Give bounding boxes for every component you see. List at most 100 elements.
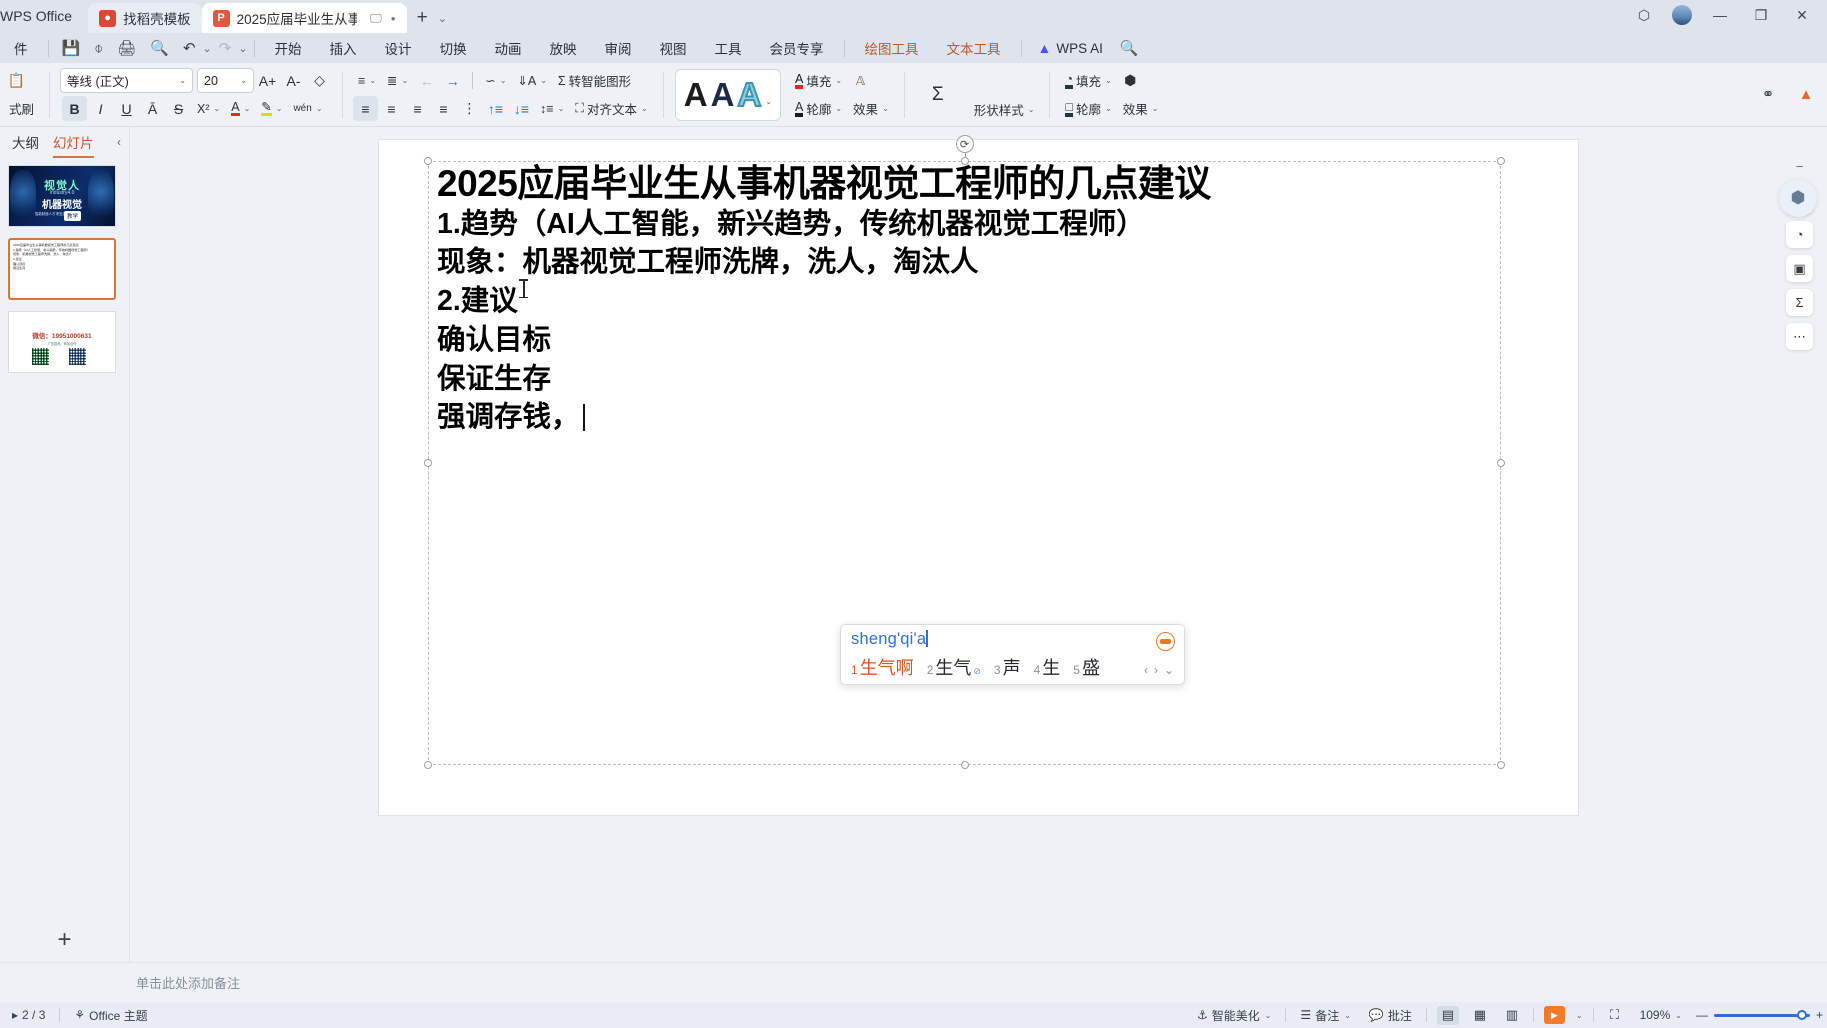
reading-view-icon[interactable]: ▥ (1501, 1006, 1523, 1025)
collapse-navigator-icon[interactable]: ‹ (117, 135, 121, 149)
print-icon[interactable]: 🖨 (110, 39, 143, 57)
fill-color-icon[interactable]: ◔ (1786, 221, 1813, 248)
slide-sorter-icon[interactable]: ▦ (1469, 1006, 1491, 1025)
slide-thumbnail[interactable]: 微信：19951000631 广告招商，商务合作 (8, 311, 116, 373)
bullet-list-icon[interactable]: ≡ ⌄ (353, 68, 381, 93)
menu-item-transition[interactable]: 切换 (426, 33, 481, 63)
play-options-chevron-icon[interactable]: ⌄ (1575, 1011, 1583, 1020)
text-effect-icon-button[interactable]: 𝔸 (848, 68, 873, 93)
shape-style-label-button[interactable]: 形状样式 ⌄ (969, 97, 1040, 122)
file-menu[interactable]: 件 (0, 33, 42, 63)
undo-chevron-icon[interactable]: ⌄ (203, 42, 212, 55)
notes-pane[interactable]: 单击此处添加备注 (0, 962, 1827, 1002)
ime-prev-page-icon[interactable]: ‹ (1144, 663, 1148, 677)
pinyin-guide-icon[interactable]: Ā (140, 96, 165, 121)
chevron-down-icon[interactable]: ⌄ (438, 12, 447, 25)
menu-item-start[interactable]: 开始 (261, 33, 316, 63)
menu-item-insert[interactable]: 插入 (316, 33, 371, 63)
ime-candidate[interactable]: 5 盛 (1073, 654, 1100, 680)
more-icon[interactable]: ⋯ (1786, 323, 1813, 350)
zoom-slider[interactable]: — + (1696, 1008, 1823, 1022)
close-button[interactable]: ✕ (1789, 7, 1815, 24)
slide-canvas[interactable]: ⟳ 2025应届毕业生从事机器视觉工程师的几点建议 1.趋势（AI人工智能，新兴… (379, 135, 1578, 815)
strikethrough-button[interactable]: S (166, 96, 191, 121)
print-preview-icon[interactable]: 🔍 (143, 39, 176, 57)
menu-item-slideshow[interactable]: 放映 (536, 33, 591, 63)
sort-icon[interactable]: ⇓A ⌄ (512, 68, 552, 93)
shape-style-button[interactable]: Σ (915, 69, 961, 121)
align-center-icon[interactable]: ≡ (379, 96, 404, 121)
ime-candidate[interactable]: 2 生气 ⊘ (927, 654, 981, 680)
format-painter-button[interactable]: 式刷 (4, 96, 39, 121)
comment-button[interactable]: 💬 批注 (1365, 1007, 1416, 1024)
smart-graphic-button[interactable]: Σ 转智能图形 (553, 68, 636, 93)
increase-indent-icon[interactable]: → (440, 68, 465, 93)
text-outline-button[interactable]: A 轮廓 ⌄ (790, 96, 847, 121)
menu-item-animation[interactable]: 动画 (481, 33, 536, 63)
line-spacing-increase-icon[interactable]: ↑≡ (483, 96, 508, 121)
slide-text-content[interactable]: 2025应届毕业生从事机器视觉工程师的几点建议 1.趋势（AI人工智能，新兴趋势… (437, 163, 1492, 437)
play-icon[interactable]: ▶ (1543, 1006, 1565, 1024)
theme-indicator[interactable]: ⚘ Office 主题 (70, 1007, 151, 1024)
wordart-more-icon[interactable]: ⌄ (764, 97, 772, 120)
customize-chevron-icon[interactable]: ⌄ (238, 42, 247, 55)
search-icon[interactable]: 🔍 (1113, 39, 1146, 57)
highlight-button[interactable]: ✎ ⌄ (256, 96, 287, 121)
wordart-gallery[interactable]: A A A ⌄ (674, 68, 781, 121)
zoom-track[interactable] (1713, 1010, 1810, 1020)
font-name-select[interactable]: 等线 (正文) ⌄ (60, 68, 194, 93)
rotate-handle[interactable]: ⟳ (955, 135, 974, 153)
align-left-icon[interactable]: ≡ (353, 96, 379, 121)
wordart-style-2[interactable]: A (711, 78, 735, 111)
wps-ai-button[interactable]: ▲ WPS AI (1028, 40, 1113, 56)
save-icon[interactable]: 💾 (55, 39, 88, 57)
menu-item-member[interactable]: 会员专享 (756, 33, 838, 63)
bold-button[interactable]: B (62, 96, 88, 121)
shape-frame-icon[interactable]: ▣ (1786, 255, 1813, 282)
ime-candidate[interactable]: 3 声 (994, 654, 1021, 680)
beautify-button[interactable]: ⚓ 智能美化 ⌄ (1193, 1007, 1275, 1024)
monitor-icon[interactable]: 🖵 (370, 11, 382, 26)
line-spacing-decrease-icon[interactable]: ↓≡ (509, 96, 534, 121)
zoom-level[interactable]: 109% ⌄ (1636, 1008, 1686, 1022)
restore-button[interactable]: ❐ (1748, 7, 1774, 24)
text-direction-icon[interactable]: ∽ ⌄ (480, 68, 511, 93)
undo-icon[interactable]: ↶ (176, 39, 203, 57)
slide-thumbnail[interactable]: 2025应届毕业生从事机器视觉工程师的几点建议 1.趋势（AI人工智能，新兴趋势… (8, 238, 116, 300)
ime-next-page-icon[interactable]: › (1154, 663, 1158, 677)
text-effect-button[interactable]: 效果 ⌄ (848, 96, 894, 121)
underline-button[interactable]: U (114, 96, 139, 121)
shape-outline-button[interactable]: □ 轮廓 ⌄ (1060, 96, 1116, 121)
resize-handle-e[interactable] (1497, 459, 1505, 467)
cube-icon[interactable]: ⬡ (1631, 7, 1657, 24)
gem-icon[interactable]: ⬢ (1779, 179, 1817, 217)
three-d-icon[interactable]: ⬢ (1118, 68, 1143, 93)
shape-fill-button[interactable]: ◔ 填充 ⌄ (1060, 68, 1116, 93)
resize-handle-ne[interactable] (1497, 157, 1505, 165)
avatar[interactable] (1672, 5, 1692, 25)
menu-item-review[interactable]: 审阅 (591, 33, 646, 63)
new-tab-button[interactable]: + (417, 7, 428, 29)
zoom-in-button[interactable]: + (1816, 1008, 1823, 1022)
italic-button[interactable]: I (88, 96, 113, 121)
browser-tab-presentation[interactable]: P 2025应届毕业生从事机器视觉 🖵 ● (201, 3, 407, 33)
paste-icon[interactable]: 📋 (4, 68, 29, 93)
numbered-list-icon[interactable]: ≣ ⌄ (382, 68, 413, 93)
font-color-button[interactable]: A ⌄ (226, 96, 255, 121)
browser-tab-docer[interactable]: ● 找稻壳模板 (88, 3, 202, 33)
shrink-font-button[interactable]: A- (281, 68, 306, 93)
context-tab-text-tools[interactable]: 文本工具 (933, 33, 1015, 63)
navigator-tab-slides[interactable]: 幻灯片 (53, 132, 94, 158)
align-text-button[interactable]: ⛶ 对齐文本 ⌄ (570, 96, 652, 121)
zoom-out-button[interactable]: — (1696, 1008, 1708, 1022)
smart-shape-icon[interactable]: Σ (1786, 289, 1813, 316)
resize-handle-w[interactable] (424, 459, 432, 467)
menu-item-design[interactable]: 设计 (371, 33, 426, 63)
shape-effect-button[interactable]: 效果 ⌄ (1118, 96, 1164, 121)
wordart-style-1[interactable]: A (684, 78, 708, 111)
menu-item-view[interactable]: 视图 (646, 33, 701, 63)
navigator-tab-outline[interactable]: 大纲 (12, 132, 39, 155)
align-right-icon[interactable]: ≡ (405, 96, 430, 121)
menu-item-tools[interactable]: 工具 (701, 33, 756, 63)
clear-format-icon[interactable]: ◇ (307, 68, 332, 93)
